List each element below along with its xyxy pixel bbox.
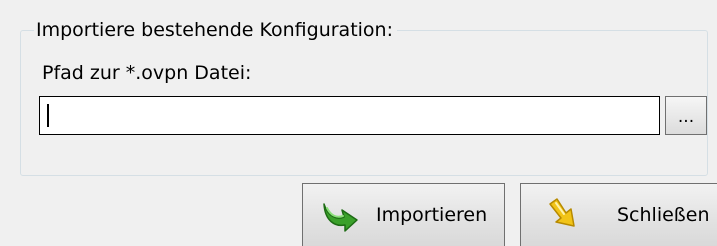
green-curved-arrow-icon	[320, 195, 360, 235]
path-label: Pfad zur *.ovpn Datei:	[42, 62, 252, 84]
browse-button[interactable]: ...	[665, 96, 707, 135]
close-button[interactable]: Schließen	[520, 183, 717, 246]
groupbox-title: Importiere bestehende Konfiguration:	[34, 18, 398, 42]
ovpn-path-input[interactable]	[39, 96, 660, 135]
yellow-arrow-icon	[545, 195, 585, 235]
import-button-label: Importieren	[376, 204, 488, 226]
text-caret	[47, 104, 49, 127]
import-button[interactable]: Importieren	[302, 183, 505, 246]
close-button-label: Schließen	[617, 204, 710, 226]
